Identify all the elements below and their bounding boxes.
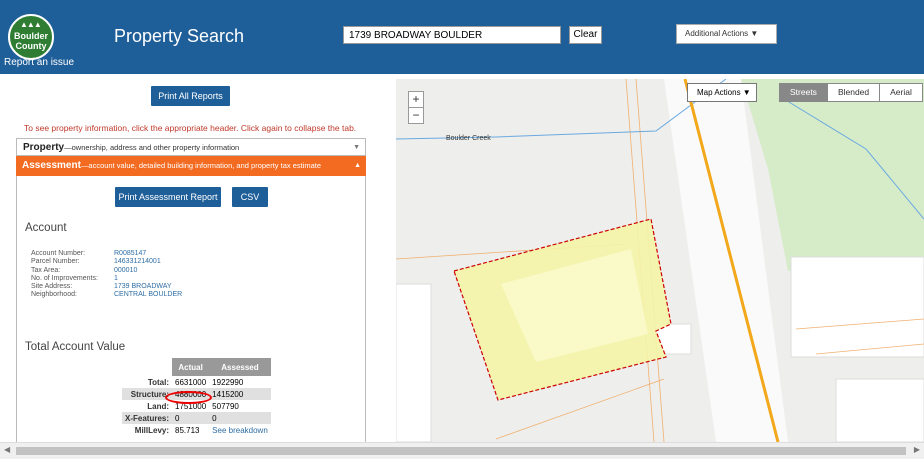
assessment-tab-title: Assessment [22,160,81,171]
account-labels: Account Number: Parcel Number: Tax Area:… [31,250,98,300]
site-address-link[interactable]: 1739 BROADWAY [114,283,182,291]
table-row: MillLevy: 85.713 See breakdown [122,424,271,436]
zoom-in-button[interactable]: + [409,92,423,108]
improvements-label: No. of Improvements: [31,274,98,282]
table-header-row: Actual Assessed [122,358,271,376]
page-title: Property Search [114,26,245,46]
assessed-header: Assessed [209,358,271,376]
instruction-text: To see property information, click the a… [24,123,357,133]
table-row: X-Features: 0 0 [122,412,271,424]
basemap-blended[interactable]: Blended [826,84,880,101]
property-tab-title: Property [23,142,65,153]
tab-property[interactable]: Property—ownership, address and other pr… [16,138,366,156]
account-heading: Account [25,222,67,234]
table-row: Total: 6631000 1922990 [122,376,271,388]
tax-area-link[interactable]: 000010 [114,267,182,275]
neighborhood-label: Neighborhood: [31,291,77,299]
actual-cell: 6631000 [175,377,207,387]
building-block [396,283,432,442]
building-block [835,378,924,442]
csv-button[interactable]: CSV [232,187,268,207]
row-label: X-Features: [122,412,173,424]
building-block [790,256,924,358]
tab-assessment[interactable]: Assessment—account value, detailed build… [16,156,366,176]
map-view[interactable]: Boulder Creek + − Map Actions ▼ Streets … [396,79,924,442]
print-all-reports-button[interactable]: Print All Reports [151,86,230,106]
assessed-cell: 0 [209,412,271,424]
zoom-out-button[interactable]: − [409,108,423,124]
actual-cell: 0 [172,412,210,424]
row-label: MillLevy: [134,425,170,435]
report-issue-link[interactable]: Report an issue [4,57,74,68]
assessed-cell: 1922990 [212,377,244,387]
account-number-link[interactable]: R0085147 [114,250,182,258]
improvements-link[interactable]: 1 [114,275,182,283]
map-actions-dropdown[interactable]: Map Actions ▼ [687,83,757,102]
row-label: Total: [147,377,170,387]
annotation-circle [165,391,212,404]
actual-header: Actual [172,358,210,376]
assessed-cell: 507790 [212,401,239,411]
scroll-right-icon[interactable]: ▶ [914,445,920,454]
scrollbar-thumb[interactable] [16,447,906,455]
property-tab-desc: —ownership, address and other property i… [64,143,240,152]
empty-header-cell [122,358,172,376]
additional-actions-dropdown[interactable]: Additional Actions ▼ [676,24,777,44]
total-account-value-heading: Total Account Value [25,341,126,353]
tax-area-label: Tax Area: [31,266,61,274]
basemap-switcher: Streets Blended Aerial [779,83,923,102]
account-number-label: Account Number: [31,250,86,257]
actual-cell: 85.713 [175,425,200,435]
county-logo[interactable]: ▲▲▲ Boulder County [8,14,54,60]
header-bar: ▲▲▲ Boulder County Report an issue Prope… [0,0,924,74]
zoom-control: + − [408,91,424,124]
chevron-up-icon: ▲ [354,162,361,169]
clear-button[interactable]: Clear [569,26,602,44]
basemap-streets[interactable]: Streets [780,84,827,101]
parcel-number-label: Parcel Number: [31,258,80,266]
map-canvas[interactable]: Boulder Creek [396,79,924,442]
search-input[interactable] [343,26,561,44]
account-values: R0085147 146331214001 000010 1 1739 BROA… [114,250,182,300]
logo-text: Boulder County [13,31,48,51]
assessment-tab-desc: —account value, detailed building inform… [80,161,322,170]
scroll-left-icon[interactable]: ◀ [4,445,10,454]
see-breakdown-link[interactable]: See breakdown [209,424,271,436]
parcel-number-link[interactable]: 146331214001 [114,258,182,266]
neighborhood-link[interactable]: CENTRAL BOULDER [114,291,182,299]
print-assessment-report-button[interactable]: Print Assessment Report [115,187,221,207]
left-panel: Print All Reports To see property inform… [0,74,386,442]
chevron-down-icon: ▼ [353,144,360,151]
app-root: ▲▲▲ Boulder County Report an issue Prope… [0,0,924,459]
assessed-cell: 1415200 [209,388,271,400]
creek-label: Boulder Creek [446,135,491,142]
park-area [741,79,924,271]
row-label: Land: [147,401,170,411]
horizontal-scrollbar[interactable]: ◀ ▶ [0,442,924,459]
site-address-label: Site Address: [31,283,73,291]
basemap-aerial[interactable]: Aerial [879,84,922,101]
tree-icon: ▲▲▲ [20,20,42,29]
